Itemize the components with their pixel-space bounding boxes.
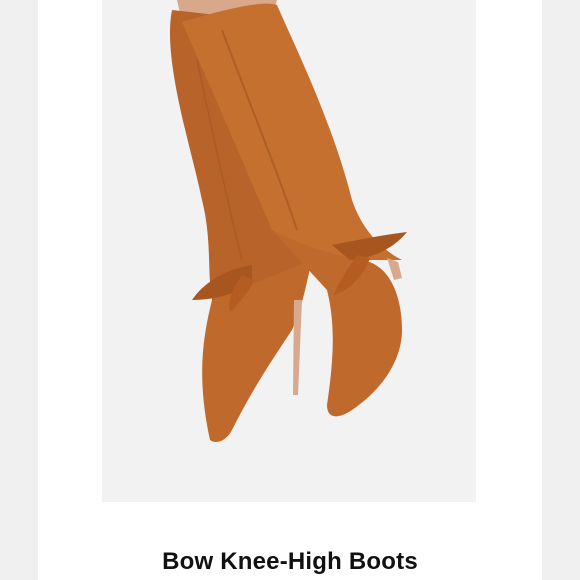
product-card: Bow Knee-High Boots: [38, 0, 542, 580]
screen: Bow Knee-High Boots: [0, 0, 580, 580]
product-photo[interactable]: [102, 0, 476, 502]
boot-photo-illustration: [102, 0, 476, 502]
product-title: Bow Knee-High Boots: [162, 548, 418, 575]
